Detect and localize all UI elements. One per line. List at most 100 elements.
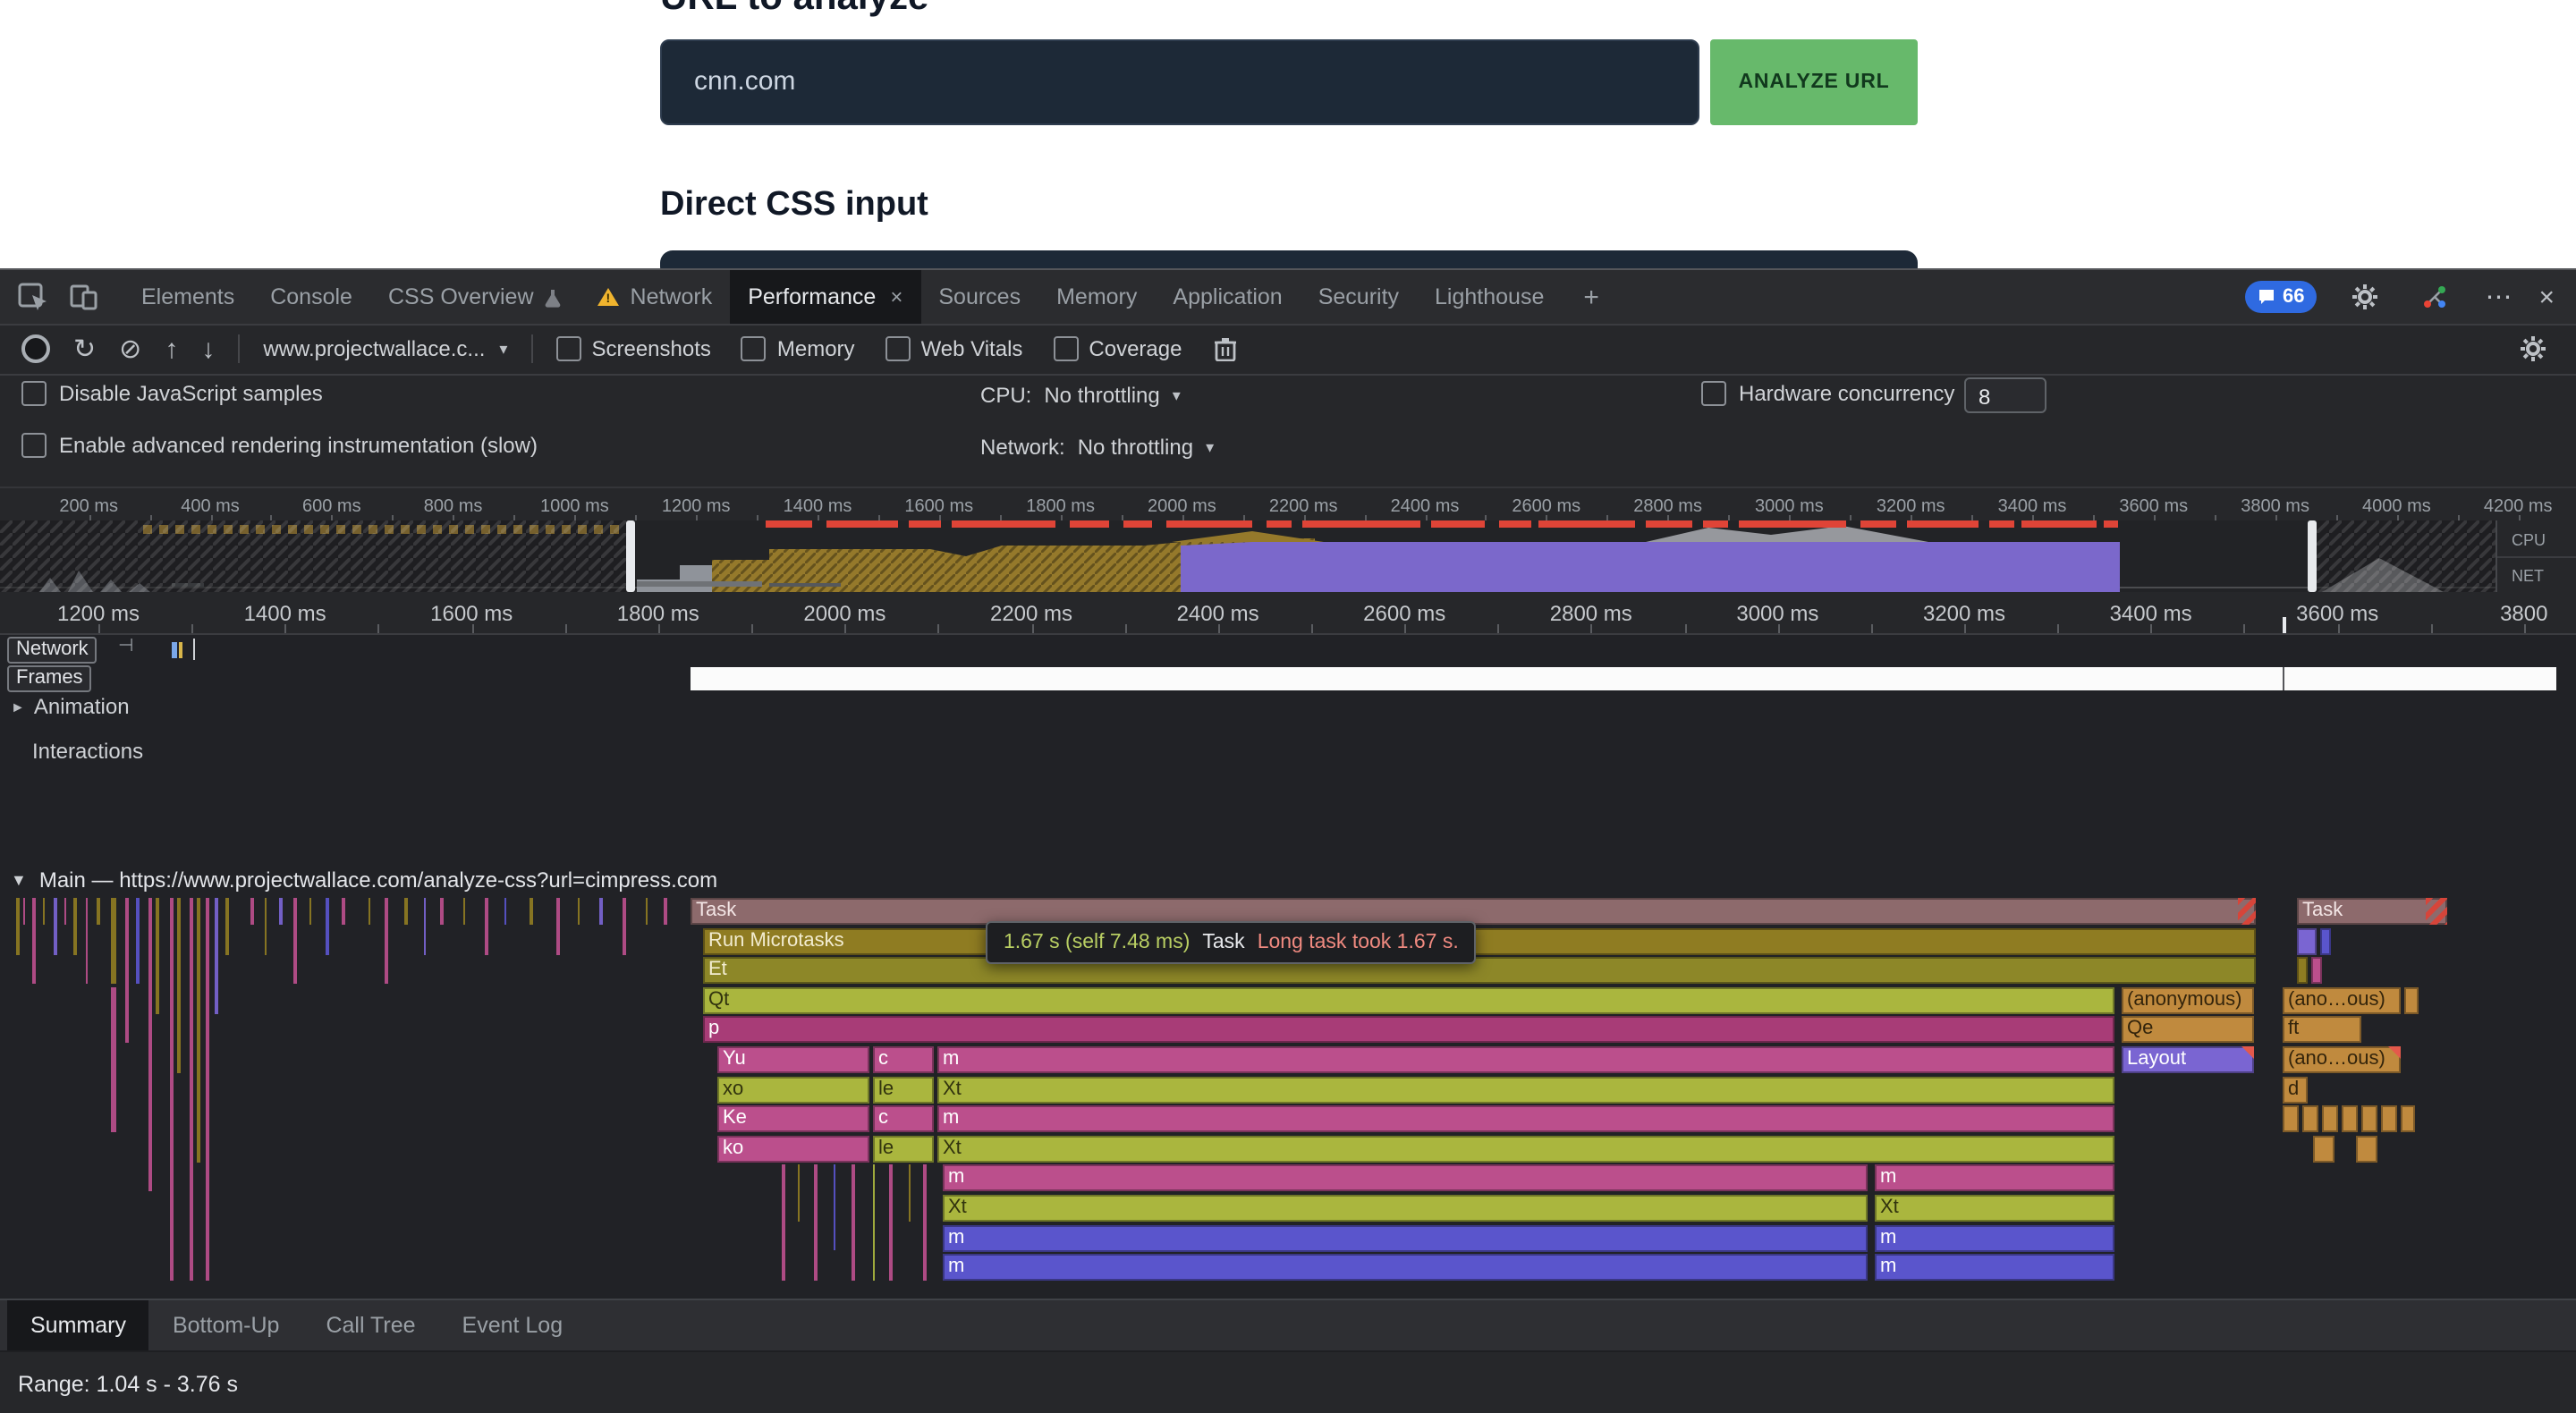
load-profile-icon[interactable]: ↑ (165, 335, 178, 362)
flame-bar-m[interactable]: m (1875, 1254, 2114, 1281)
flame-bar[interactable] (2404, 987, 2419, 1014)
checkbox-memory[interactable]: Memory (741, 336, 855, 361)
flame-bar-c[interactable]: c (873, 1046, 934, 1073)
flame-minor-bar[interactable] (86, 898, 88, 984)
flame-bar[interactable] (2401, 1105, 2415, 1132)
flame-bar[interactable] (2322, 1105, 2338, 1132)
advanced-rendering-checkbox[interactable]: Enable advanced rendering instrumentatio… (21, 433, 538, 458)
flame-minor-bar[interactable] (250, 898, 254, 925)
tab-application[interactable]: Application (1155, 270, 1300, 324)
more-tabs-button[interactable]: + (1562, 270, 1621, 324)
cpu-throttle-select[interactable]: CPU: No throttling ▾ (980, 383, 1181, 408)
tab-network[interactable]: !Network (580, 270, 731, 324)
flame-bar-xo[interactable]: xo (717, 1077, 869, 1104)
flame-bar-layout[interactable]: Layout (2122, 1046, 2254, 1073)
flame-bar-ano-ous[interactable]: (ano…ous) (2283, 987, 2401, 1014)
connector-icon[interactable] (2422, 284, 2449, 309)
tab-css-overview[interactable]: CSS Overview (370, 270, 580, 324)
flame-minor-bar[interactable] (148, 898, 152, 1191)
css-input-box[interactable] (660, 250, 1918, 268)
flame-bar-anonymous[interactable]: (anonymous) (2122, 987, 2254, 1014)
flame-minor-bar[interactable] (798, 1164, 800, 1222)
flame-bar-m[interactable]: m (937, 1046, 2114, 1073)
history-dropdown[interactable]: www.projectwallace.c... ▾ (263, 336, 507, 361)
flame-bar-run-microtasks[interactable]: Run Microtasks (703, 928, 2256, 955)
flame-minor-bar[interactable] (782, 1164, 785, 1281)
flame-minor-bar[interactable] (556, 898, 560, 955)
flame-bar-le[interactable]: le (873, 1136, 934, 1163)
tab-memory[interactable]: Memory (1038, 270, 1155, 324)
tab-lighthouse[interactable]: Lighthouse (1417, 270, 1562, 324)
checkbox-web-vitals[interactable]: Web Vitals (886, 336, 1023, 361)
hardware-concurrency-input[interactable]: 8 (1964, 377, 2046, 413)
flame-minor-bar[interactable] (111, 898, 116, 984)
flame-bar-ke[interactable]: Ke (717, 1105, 869, 1132)
flame-bar[interactable] (2313, 1136, 2334, 1163)
flame-minor-bar[interactable] (279, 898, 283, 925)
flame-minor-bar[interactable] (32, 898, 36, 984)
flame-bar[interactable] (2356, 1136, 2377, 1163)
flame-minor-bar[interactable] (177, 898, 181, 1073)
flame-bar-yu[interactable]: Yu (717, 1046, 869, 1073)
flame-minor-bar[interactable] (73, 898, 77, 955)
flame-bar-m[interactable]: m (943, 1225, 1868, 1252)
flame-bar-ft[interactable]: ft (2283, 1016, 2361, 1043)
flame-minor-bar[interactable] (485, 898, 488, 955)
flame-minor-bar[interactable] (136, 898, 140, 984)
tab-elements[interactable]: Elements (123, 270, 252, 324)
flame-minor-bar[interactable] (342, 898, 345, 925)
tab-console[interactable]: Console (252, 270, 370, 324)
flame-minor-bar[interactable] (54, 898, 57, 955)
flame-bar-ano-ous[interactable]: (ano…ous) (2283, 1046, 2401, 1073)
flame-minor-bar[interactable] (225, 898, 229, 955)
flame-minor-bar[interactable] (309, 898, 311, 925)
flame-minor-bar[interactable] (265, 898, 267, 955)
analyze-url-button[interactable]: ANALYZE URL (1710, 39, 1918, 125)
flame-bar-m[interactable]: m (937, 1105, 2114, 1132)
flame-bar-xt[interactable]: Xt (937, 1077, 2114, 1104)
flame-bar-task[interactable]: Task (691, 898, 2256, 925)
flame-minor-bar[interactable] (326, 898, 329, 955)
flame-minor-bar[interactable] (664, 898, 667, 925)
flame-minor-bar[interactable] (23, 898, 25, 925)
feedback-badge[interactable]: 66 (2245, 281, 2318, 313)
flame-minor-bar[interactable] (814, 1164, 818, 1281)
reload-and-record-icon[interactable]: ↻ (73, 335, 96, 362)
flame-minor-bar[interactable] (909, 1164, 911, 1222)
flame-minor-bar[interactable] (64, 898, 66, 925)
flame-minor-bar[interactable] (215, 898, 218, 1014)
flame-minor-bar[interactable] (889, 1164, 893, 1281)
flame-bar[interactable] (2342, 1105, 2358, 1132)
flame-minor-bar[interactable] (463, 898, 465, 925)
flame-bar-task[interactable]: Task (2297, 898, 2447, 925)
flame-minor-bar[interactable] (111, 987, 116, 1132)
flame-minor-bar[interactable] (170, 898, 174, 1281)
flame-minor-bar[interactable] (404, 898, 408, 925)
flame-minor-bar[interactable] (424, 898, 426, 955)
flame-bar[interactable] (2320, 928, 2331, 955)
url-input[interactable]: cnn.com (660, 39, 1699, 125)
flame-bar-et[interactable]: Et (703, 957, 2256, 984)
bottom-tab-call-tree[interactable]: Call Tree (302, 1300, 438, 1350)
flame-minor-bar[interactable] (156, 898, 159, 1014)
flame-minor-bar[interactable] (16, 898, 20, 955)
overview-ruler[interactable]: 200 ms400 ms600 ms800 ms1000 ms1200 ms14… (0, 488, 2576, 520)
inspect-icon[interactable] (18, 283, 50, 311)
record-button[interactable] (21, 334, 50, 363)
flame-bar-m[interactable]: m (1875, 1164, 2114, 1191)
flame-minor-bar[interactable] (623, 898, 626, 955)
flame-bar-d[interactable]: d (2283, 1077, 2308, 1104)
flame-minor-bar[interactable] (834, 1164, 835, 1250)
flame-bar-qe[interactable]: Qe (2122, 1016, 2254, 1043)
flame-bar[interactable] (2283, 1105, 2299, 1132)
checkbox-screenshots[interactable]: Screenshots (555, 336, 710, 361)
clear-icon[interactable]: ⊘ (119, 335, 141, 362)
flame-minor-bar[interactable] (923, 1164, 927, 1281)
flame-minor-bar[interactable] (530, 898, 533, 925)
network-throttle-select[interactable]: Network: No throttling ▾ (980, 435, 1214, 460)
flame-minor-bar[interactable] (197, 898, 200, 1163)
flame-bar[interactable] (2311, 957, 2322, 984)
flame-bar-xt[interactable]: Xt (943, 1195, 1868, 1222)
flame-bar-m[interactable]: m (1875, 1225, 2114, 1252)
settings-gear-icon[interactable] (2352, 284, 2377, 309)
